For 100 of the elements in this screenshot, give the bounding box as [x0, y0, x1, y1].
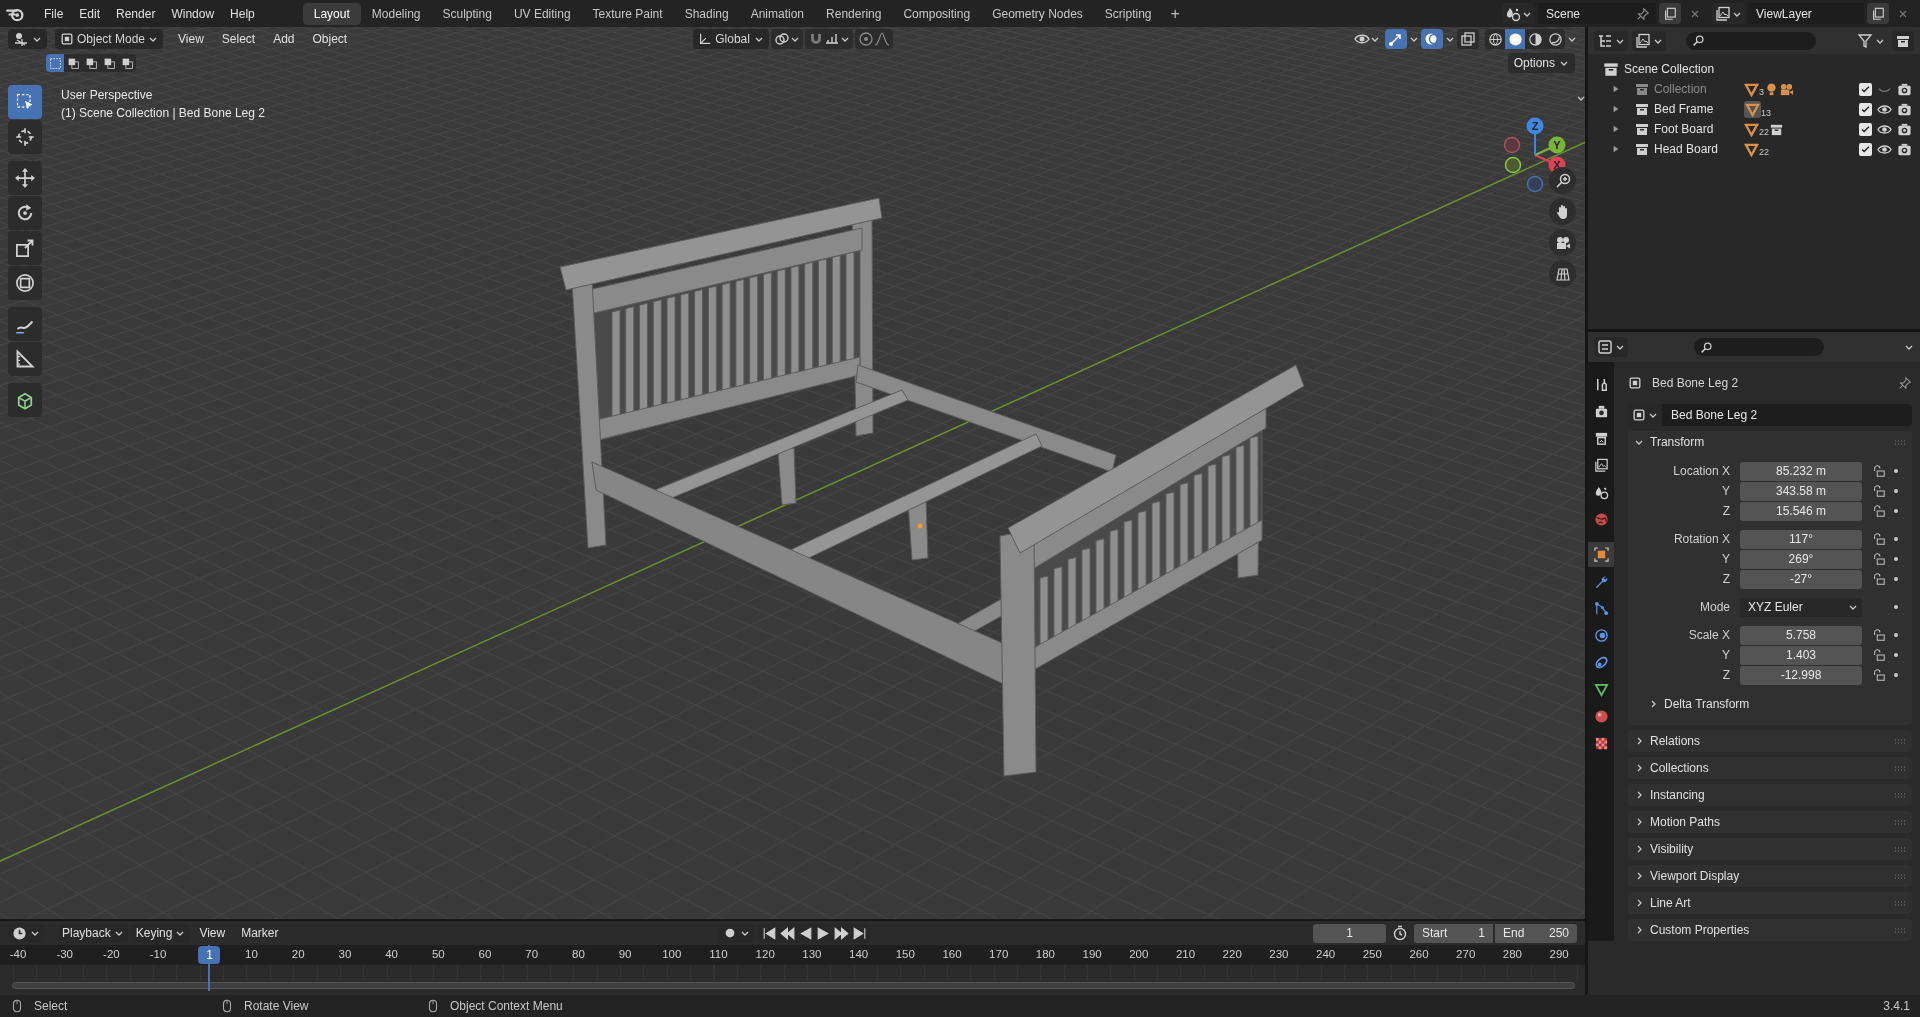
number-field[interactable]: 15.546 m — [1740, 501, 1862, 521]
number-field[interactable]: 85.232 m — [1740, 461, 1862, 481]
end-frame-field[interactable]: End 250 — [1495, 923, 1577, 943]
panel-header[interactable]: Visibility — [1628, 838, 1912, 860]
axis-handle[interactable]: Z — [1526, 117, 1544, 156]
number-field[interactable]: -12.998 — [1740, 665, 1862, 685]
tool-button[interactable] — [8, 231, 42, 265]
lock-icon[interactable] — [1872, 628, 1886, 642]
transport-button[interactable] — [832, 924, 850, 942]
checkbox[interactable] — [1859, 122, 1872, 136]
view-layer-field[interactable]: ViewLayer — [1748, 3, 1864, 24]
workspace-tab[interactable]: Shading — [673, 2, 740, 25]
workspace-tab[interactable]: UV Editing — [502, 2, 582, 25]
scene-field[interactable]: Scene — [1538, 3, 1656, 24]
grip-icon[interactable] — [1894, 791, 1906, 799]
start-frame-field[interactable]: Start 1 — [1414, 923, 1493, 943]
lock-icon[interactable] — [1872, 668, 1886, 682]
panel-header[interactable]: Motion Paths — [1628, 811, 1912, 833]
keyframe-dot[interactable] — [1894, 605, 1898, 609]
lock-icon[interactable] — [1872, 504, 1886, 518]
camera-view-button[interactable] — [1549, 229, 1576, 256]
scene-selector[interactable] — [1502, 3, 1535, 24]
menu-item[interactable]: Add — [264, 30, 304, 48]
number-field[interactable]: 343.58 m — [1740, 481, 1862, 501]
orientation-dropdown[interactable]: Global — [693, 29, 770, 49]
mesh-count-icon[interactable] — [1744, 141, 1759, 157]
menu-item[interactable]: View — [193, 924, 232, 942]
playhead[interactable]: 1 — [198, 946, 221, 964]
lock-icon[interactable] — [1872, 464, 1886, 478]
panel-header[interactable]: Instancing — [1628, 784, 1912, 806]
workspace-tab[interactable]: Compositing — [892, 2, 982, 25]
keyframe-dot[interactable] — [1894, 633, 1898, 637]
menu-item[interactable]: Edit — [71, 3, 109, 24]
pin-icon[interactable] — [1898, 376, 1912, 390]
mode-dropdown[interactable]: XYZ Euler — [1740, 597, 1862, 617]
menu-item[interactable]: Window — [163, 3, 223, 24]
transport-button[interactable] — [778, 924, 796, 942]
menu-item[interactable]: Select — [212, 30, 265, 48]
lock-icon[interactable] — [1872, 572, 1886, 586]
axis-handle[interactable] — [1503, 136, 1521, 154]
camera-icon[interactable] — [1897, 141, 1912, 157]
add-workspace-button[interactable]: + — [1162, 2, 1188, 25]
menu-item[interactable]: File — [36, 3, 72, 24]
xray-button[interactable] — [1457, 29, 1479, 49]
number-field[interactable]: 1.403 — [1740, 645, 1862, 665]
collection-name[interactable]: Bed Frame — [1654, 102, 1730, 116]
perspective-button[interactable] — [1549, 260, 1576, 287]
menu-item[interactable]: Help — [222, 3, 263, 24]
collection-name[interactable]: Scene Collection — [1624, 62, 1715, 76]
search-field[interactable] — [1694, 338, 1824, 356]
search-field[interactable] — [1686, 31, 1816, 50]
workspace-tab[interactable]: Animation — [739, 2, 816, 25]
pan-button[interactable] — [1549, 198, 1576, 225]
tool-button[interactable] — [8, 342, 42, 376]
shading-button[interactable] — [1505, 29, 1525, 49]
camera-icon[interactable] — [1897, 101, 1912, 117]
checkbox[interactable] — [1859, 82, 1872, 96]
grip-icon[interactable] — [1894, 818, 1906, 826]
current-frame-field[interactable]: 1 — [1313, 923, 1386, 943]
keyframe-dot[interactable] — [1894, 469, 1898, 473]
view-layer-selector[interactable] — [1712, 3, 1745, 24]
menu-item[interactable]: Marker — [235, 924, 285, 942]
panel-header[interactable]: Collections — [1628, 757, 1912, 779]
editor-type-button[interactable] — [1594, 337, 1628, 357]
overlays-button[interactable] — [1421, 29, 1443, 49]
tool-button[interactable] — [8, 120, 42, 154]
number-field[interactable]: 5.758 — [1740, 625, 1862, 645]
keyframe-dot[interactable] — [1894, 537, 1898, 541]
mesh-count-icon[interactable] — [1744, 121, 1759, 137]
number-field[interactable]: -27° — [1740, 569, 1862, 589]
lock-icon[interactable] — [1872, 532, 1886, 546]
keyframe-dot[interactable] — [1894, 673, 1898, 677]
number-field[interactable]: 117° — [1740, 529, 1862, 549]
keyframe-dot[interactable] — [1894, 509, 1898, 513]
grip-icon[interactable] — [1894, 899, 1906, 907]
name-field[interactable]: Bed Bone Leg 2 — [1628, 404, 1912, 426]
zoom-button[interactable] — [1549, 167, 1576, 194]
mode-dropdown[interactable]: Object Mode — [55, 29, 163, 49]
tool-button[interactable] — [8, 307, 42, 341]
checkbox[interactable] — [1859, 142, 1872, 156]
pivot-button[interactable] — [771, 29, 804, 49]
tool-button[interactable] — [8, 196, 42, 230]
stopwatch-icon[interactable] — [1392, 925, 1408, 941]
workspace-tab[interactable]: Modeling — [360, 2, 432, 25]
menu-item[interactable]: View — [169, 30, 213, 48]
keyframe-dot[interactable] — [1894, 577, 1898, 581]
workspace-tab[interactable]: Texture Paint — [581, 2, 674, 25]
lock-icon[interactable] — [1872, 484, 1886, 498]
copy-button[interactable] — [1867, 3, 1889, 24]
lock-icon[interactable] — [1872, 552, 1886, 566]
copy-button[interactable] — [1659, 3, 1681, 24]
collection-name[interactable]: Collection — [1654, 82, 1730, 96]
editor-type-button[interactable] — [1594, 30, 1628, 51]
grip-icon[interactable] — [1894, 926, 1906, 934]
panel-header[interactable]: Line Art — [1628, 892, 1912, 914]
options-dropdown[interactable]: Options — [1507, 53, 1575, 73]
display-mode-button[interactable] — [1632, 30, 1666, 51]
panel-header[interactable]: Delta Transform — [1642, 693, 1906, 715]
number-field[interactable]: 269° — [1740, 549, 1862, 569]
menu-dropdown[interactable]: Keying — [131, 923, 190, 943]
